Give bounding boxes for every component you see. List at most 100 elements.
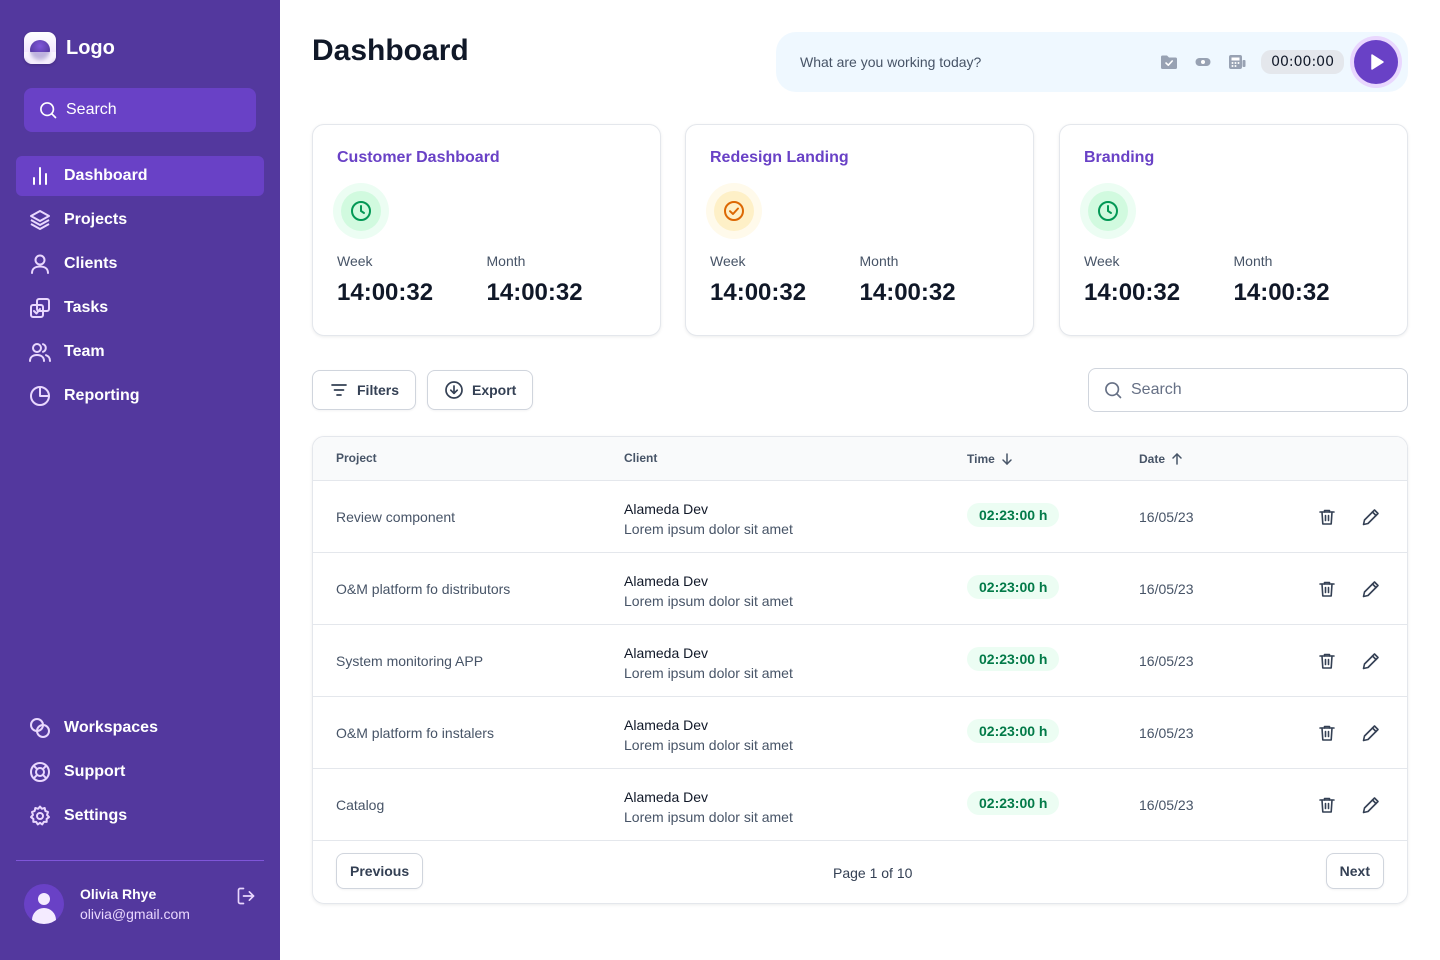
sidebar-search-label: Search — [66, 101, 117, 118]
time-badge: 02:23:00 h — [967, 503, 1060, 527]
sidebar-item-workspaces[interactable]: Workspaces — [16, 708, 264, 748]
start-timer-button[interactable] — [1354, 40, 1398, 84]
month-stat: Month 14:00:32 — [487, 253, 637, 307]
time-badge: 02:23:00 h — [967, 647, 1060, 671]
table-row: System monitoring APP Alameda Dev Lorem … — [313, 625, 1407, 697]
user-name: Olivia Rhye — [80, 886, 157, 902]
project-card[interactable]: Branding Week 14:00:32 Month 14:00:32 — [1059, 124, 1408, 336]
pencil-icon[interactable] — [1361, 579, 1381, 599]
sidebar-nav-secondary: Workspaces Support Settings — [16, 708, 264, 840]
sidebar-item-support[interactable]: Support — [16, 752, 264, 792]
project-card-title: Redesign Landing — [710, 149, 849, 166]
export-button[interactable]: Export — [427, 370, 534, 410]
billable-icon[interactable] — [1227, 52, 1247, 72]
card-icon-badge — [333, 183, 389, 239]
sidebar-nav: Dashboard Projects Clients Tasks Team Re… — [16, 156, 264, 420]
column-header-client[interactable]: Client — [624, 451, 657, 465]
trash-icon[interactable] — [1317, 507, 1337, 527]
sidebar-item-label: Clients — [64, 255, 118, 272]
month-value: 14:00:32 — [1233, 279, 1330, 306]
sidebar-item-team[interactable]: Team — [16, 332, 264, 372]
user-icon — [31, 254, 49, 274]
project-card[interactable]: Customer Dashboard Week 14:00:32 Month 1… — [312, 124, 661, 336]
column-header-project[interactable]: Project — [336, 451, 377, 465]
project-cell: Review component — [336, 509, 456, 525]
card-stats: Week 14:00:32 Month 14:00:32 — [710, 253, 1009, 307]
client-description: Lorem ipsum dolor sit amet — [624, 665, 793, 681]
previous-page-button[interactable]: Previous — [336, 853, 424, 889]
arrow-up-icon — [1172, 453, 1182, 465]
project-cell: O&M platform fo instalers — [336, 725, 494, 741]
sidebar-item-tasks[interactable]: Tasks — [16, 288, 264, 328]
sidebar-item-label: Settings — [64, 807, 128, 824]
client-cell: Alameda Dev Lorem ipsum dolor sit amet — [624, 787, 793, 827]
user-info: Olivia Rhye olivia@gmail.com — [80, 884, 190, 924]
date-cell: 16/05/23 — [1139, 725, 1194, 741]
tasks-icon — [30, 298, 50, 318]
card-icon-badge — [706, 183, 762, 239]
client-name: Alameda Dev — [624, 789, 709, 805]
column-label: Client — [624, 451, 658, 465]
folder-icon[interactable] — [1159, 52, 1179, 72]
card-stats: Week 14:00:32 Month 14:00:32 — [337, 253, 636, 307]
users-icon — [29, 343, 51, 362]
client-cell: Alameda Dev Lorem ipsum dolor sit amet — [624, 571, 793, 611]
page-title: Dashboard — [312, 34, 469, 67]
pencil-icon[interactable] — [1361, 795, 1381, 815]
workspaces-icon — [30, 718, 50, 738]
client-description: Lorem ipsum dolor sit amet — [624, 593, 793, 609]
table-row: O&M platform fo distributors Alameda Dev… — [313, 553, 1407, 625]
trash-icon[interactable] — [1317, 795, 1337, 815]
project-card[interactable]: Redesign Landing Week 14:00:32 Month 14:… — [685, 124, 1034, 336]
sidebar-divider — [16, 860, 264, 861]
check-circle-icon — [724, 201, 744, 221]
next-page-button[interactable]: Next — [1325, 853, 1384, 889]
card-stats: Week 14:00:32 Month 14:00:32 — [1084, 253, 1383, 307]
task-description-input[interactable] — [800, 54, 1146, 70]
user-profile: Olivia Rhye olivia@gmail.com — [24, 884, 256, 924]
week-value: 14:00:32 — [1084, 279, 1181, 306]
column-header-time[interactable]: Time — [967, 451, 1015, 467]
clock-icon — [351, 201, 371, 221]
table-search-input[interactable] — [1131, 381, 1391, 399]
week-stat: Week 14:00:32 — [710, 253, 860, 307]
sidebar: Logo Search Dashboard Projects Clients T… — [0, 0, 280, 960]
week-label: Week — [337, 253, 373, 269]
sidebar-item-projects[interactable]: Projects — [16, 200, 264, 240]
time-entries-table: Project Client Time Date Review componen… — [312, 436, 1408, 904]
column-header-date[interactable]: Date — [1139, 451, 1185, 467]
trash-icon[interactable] — [1317, 651, 1337, 671]
tag-icon[interactable] — [1193, 52, 1213, 72]
table-pagination: Previous Page 1 of 10 Next — [313, 841, 1407, 903]
table-search-field[interactable] — [1088, 368, 1408, 412]
sidebar-item-clients[interactable]: Clients — [16, 244, 264, 284]
clock-icon — [1098, 201, 1118, 221]
logo[interactable]: Logo — [24, 32, 115, 64]
month-stat: Month 14:00:32 — [1234, 253, 1384, 307]
week-label: Week — [1084, 253, 1120, 269]
sidebar-item-reporting[interactable]: Reporting — [16, 376, 264, 416]
filter-lines-icon — [331, 384, 347, 396]
month-value: 14:00:32 — [859, 279, 956, 306]
pencil-icon[interactable] — [1361, 723, 1381, 743]
sidebar-search-input[interactable]: Search — [24, 88, 256, 132]
week-value: 14:00:32 — [710, 279, 807, 306]
client-description: Lorem ipsum dolor sit amet — [624, 809, 793, 825]
sidebar-item-label: Tasks — [64, 299, 109, 316]
client-description: Lorem ipsum dolor sit amet — [624, 521, 793, 537]
trash-icon[interactable] — [1317, 579, 1337, 599]
sidebar-item-label: Team — [64, 343, 105, 360]
avatar[interactable] — [24, 884, 64, 924]
trash-icon[interactable] — [1317, 723, 1337, 743]
sidebar-item-settings[interactable]: Settings — [16, 796, 264, 836]
logout-icon[interactable] — [236, 886, 256, 906]
filters-button[interactable]: Filters — [312, 370, 417, 410]
sidebar-item-dashboard[interactable]: Dashboard — [16, 156, 264, 196]
card-icon-badge — [1080, 183, 1136, 239]
date-cell: 16/05/23 — [1139, 797, 1194, 813]
filters-label: Filters — [357, 382, 400, 398]
pencil-icon[interactable] — [1361, 651, 1381, 671]
pencil-icon[interactable] — [1361, 507, 1381, 527]
month-label: Month — [486, 253, 526, 269]
table-header: Project Client Time Date — [313, 437, 1407, 481]
